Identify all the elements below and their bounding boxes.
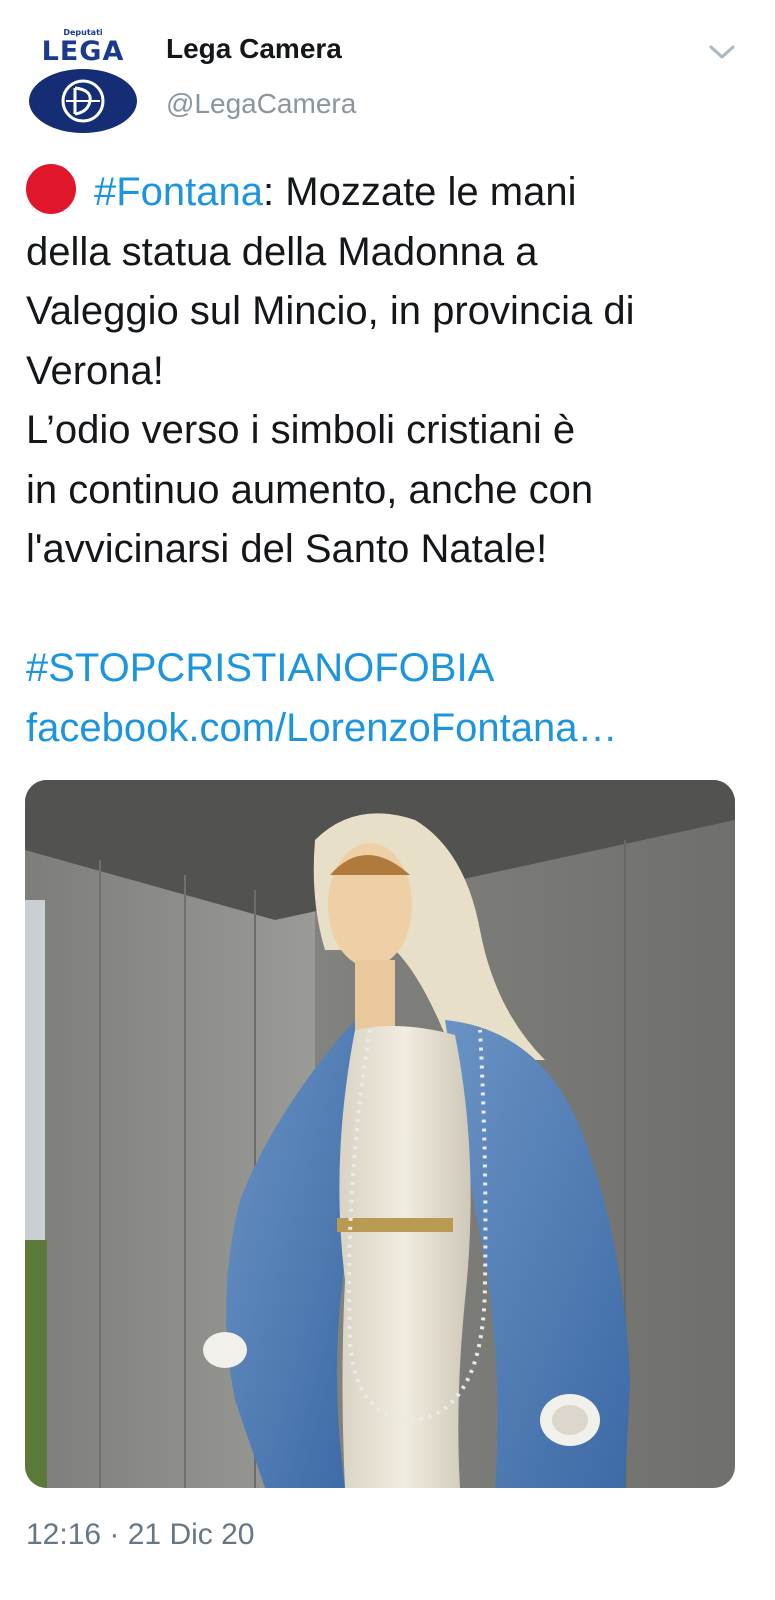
tweet-card: Deputati LEGA Lega Camera @LegaCamera #F… [0, 0, 775, 1600]
chevron-down-icon[interactable] [706, 36, 738, 68]
tweet-line-5: L’odio verso i simboli cristiani è [26, 408, 576, 452]
facebook-link[interactable]: facebook.com/LorenzoFontana… [26, 699, 756, 759]
tweet-line-4: Verona! [26, 348, 164, 393]
tweet-line-2: della statua della Madonna a [26, 229, 538, 274]
tweet-line-3: Valeggio sul Mincio, in provincia di [26, 289, 635, 333]
red-circle-icon [26, 164, 76, 214]
tweet-line-1: #Fontana: Mozzate le mani [26, 163, 756, 223]
author-name[interactable]: Lega Camera [166, 33, 342, 65]
hashtag-fontana-link[interactable]: #Fontana [94, 170, 263, 214]
author-handle[interactable]: @LegaCamera [166, 88, 356, 120]
avatar-brand: LEGA [41, 36, 125, 67]
statue-photo-icon [25, 780, 735, 1488]
lega-logo-icon [29, 69, 137, 133]
tweet-line-7: l'avvicinarsi del Santo Natale! [26, 527, 548, 571]
tweet-line-6: in continuo aumento, anche con [26, 467, 594, 512]
tweet-timestamp[interactable]: 12:16 · 21 Dic 20 [26, 1518, 254, 1552]
avatar[interactable]: Deputati LEGA [24, 26, 142, 136]
tweet-line-1-text: : Mozzate le mani [263, 170, 577, 214]
hashtag-stopcristianofobia-link[interactable]: #STOPCRISTIANOFOBIA [26, 639, 756, 699]
tweet-text: #Fontana: Mozzate le mani della statua d… [26, 163, 756, 758]
tweet-photo[interactable] [25, 780, 735, 1488]
